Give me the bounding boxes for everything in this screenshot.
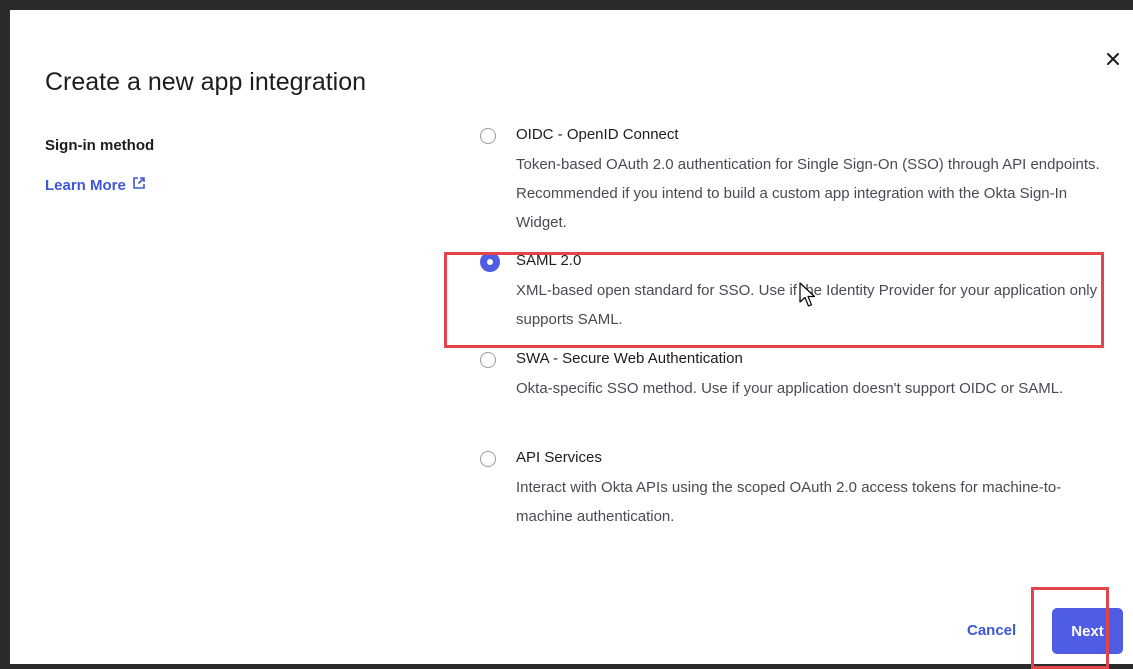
radio-swa[interactable] bbox=[480, 352, 496, 368]
sign-in-method-label: Sign-in method bbox=[45, 137, 155, 154]
learn-more-link[interactable]: Learn More bbox=[45, 176, 146, 194]
option-api-services-title: API Services bbox=[516, 449, 602, 466]
close-icon[interactable] bbox=[1102, 48, 1124, 70]
option-swa-title: SWA - Secure Web Authentication bbox=[516, 350, 743, 367]
option-oidc-description: Token-based OAuth 2.0 authentication for… bbox=[516, 156, 1100, 231]
option-oidc-title: OIDC - OpenID Connect bbox=[516, 126, 679, 143]
radio-api-services[interactable] bbox=[480, 451, 496, 467]
option-api-services-description: Interact with Okta APIs using the scoped… bbox=[516, 479, 1062, 525]
cancel-button[interactable]: Cancel bbox=[967, 622, 1016, 639]
mouse-cursor-icon bbox=[799, 282, 816, 307]
learn-more-label: Learn More bbox=[45, 176, 126, 194]
external-link-icon bbox=[132, 176, 146, 194]
radio-oidc[interactable] bbox=[480, 128, 496, 144]
create-app-integration-dialog: Create a new app integration Sign-in met… bbox=[10, 10, 1133, 669]
option-swa-description: Okta-specific SSO method. Use if your ap… bbox=[516, 380, 1064, 397]
next-highlight-box bbox=[1031, 587, 1109, 669]
dialog-title: Create a new app integration bbox=[45, 68, 367, 96]
saml-highlight-box bbox=[444, 252, 1104, 348]
